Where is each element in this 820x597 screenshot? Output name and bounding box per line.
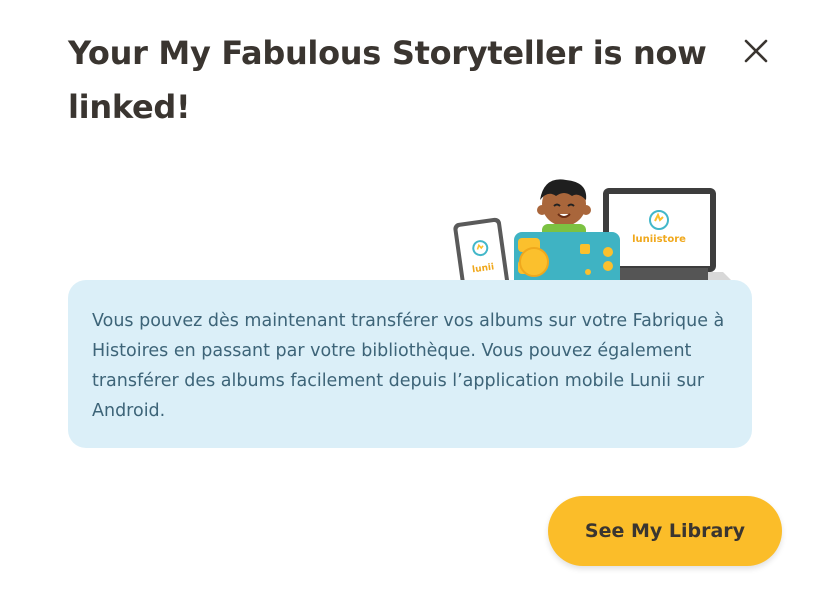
luniistore-label: luniistore <box>632 234 686 245</box>
link-success-dialog: Your My Fabulous Storyteller is now link… <box>0 0 820 597</box>
info-message-box: Vous pouvez dès maintenant transférer vo… <box>68 280 752 448</box>
dialog-title: Your My Fabulous Storyteller is now link… <box>68 34 707 126</box>
see-my-library-button[interactable]: See My Library <box>548 496 782 566</box>
phone-image: lunii <box>453 217 511 282</box>
child-character-image <box>537 179 591 238</box>
linked-devices-illustration: luniistore lunii <box>448 176 733 282</box>
close-button[interactable] <box>738 33 774 69</box>
storyteller-device-image <box>514 232 620 282</box>
close-icon <box>744 39 768 63</box>
info-message-text: Vous pouvez dès maintenant transférer vo… <box>92 311 725 421</box>
